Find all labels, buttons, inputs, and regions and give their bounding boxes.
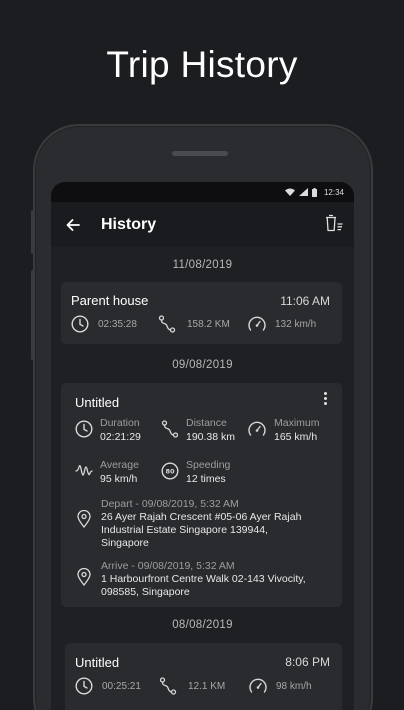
trip-card[interactable]: Parent house 11:06 AM 02:35:28 158.2 KM … xyxy=(61,282,342,344)
distance-stat: 12.1 KM xyxy=(159,677,225,695)
depart-address-line: Singapore xyxy=(101,537,149,549)
duration-stat: 02:35:28 xyxy=(71,315,137,333)
phone-speaker xyxy=(172,151,228,156)
status-bar: 12:34 xyxy=(51,182,354,202)
clear-history-button[interactable] xyxy=(324,214,344,232)
wave-icon xyxy=(75,465,93,476)
phone-side-button xyxy=(31,270,34,360)
maximum-value: 165 km/h xyxy=(274,431,318,443)
trip-card[interactable]: Untitled 8:06 PM 00:25:21 12.1 KM 98 km/… xyxy=(65,643,342,710)
promo-title: Trip History xyxy=(106,44,298,85)
arrow-left-icon xyxy=(66,218,80,231)
maximum-speed-stat: Maximum 165 km/h xyxy=(247,416,320,444)
speed-value: 132 km/h xyxy=(275,318,317,330)
kebab-dot xyxy=(323,392,327,395)
depart-address-line: Industrial Estate Singapore 139944, xyxy=(101,524,268,536)
wifi-icon xyxy=(284,188,295,196)
depart-location: Depart - 09/08/2019, 5:32 AM 26 Ayer Raj… xyxy=(77,498,301,550)
trip-time: 8:06 PM xyxy=(285,655,330,669)
distance-value: 190.38 km xyxy=(186,431,236,443)
trip-name: Parent house xyxy=(71,293,149,308)
speeding-label: Speeding xyxy=(186,459,231,471)
speeding-value: 12 times xyxy=(186,473,226,485)
arrive-label: Arrive - 09/08/2019, 5:32 AM xyxy=(101,560,235,572)
trash-list-icon xyxy=(326,214,343,232)
duration-label: Duration xyxy=(100,417,140,429)
date-header: 09/08/2019 xyxy=(172,359,233,371)
speedometer-icon xyxy=(248,316,266,331)
arrive-location: Arrive - 09/08/2019, 5:32 AM 1 Harbourfr… xyxy=(77,560,306,599)
average-speed-stat: Average 95 km/h xyxy=(75,458,139,486)
date-header: 08/08/2019 xyxy=(172,619,233,631)
route-icon xyxy=(159,677,177,695)
phone-side-button xyxy=(31,210,34,254)
depart-address-line: 26 Ayer Rajah Crescent #05-06 Ayer Rajah xyxy=(101,511,302,523)
speed-value: 98 km/h xyxy=(276,680,312,692)
speed-stat: 98 km/h xyxy=(248,677,312,695)
distance-stat: Distance 190.38 km xyxy=(161,416,235,444)
svg-text:80: 80 xyxy=(165,468,175,476)
speedometer-icon xyxy=(248,421,266,436)
clock-icon xyxy=(75,420,93,438)
status-time: 12:34 xyxy=(323,187,344,197)
route-icon xyxy=(161,420,179,438)
trip-name: Untitled xyxy=(75,395,120,410)
app-bar: History xyxy=(51,202,354,247)
maximum-label: Maximum xyxy=(274,417,320,429)
duration-value: 02:35:28 xyxy=(98,318,137,330)
trip-time: 11:06 AM xyxy=(280,294,330,308)
more-options-button[interactable] xyxy=(322,390,328,407)
speed-limit-icon: 80 xyxy=(161,462,179,480)
trip-card-expanded[interactable]: Untitled Duration 02:21:29 Distance 190.… xyxy=(61,383,342,607)
history-list: 11/08/2019 Parent house 11:06 AM 02:35:2… xyxy=(51,247,354,710)
average-label: Average xyxy=(100,459,139,471)
signal-icon xyxy=(298,188,308,196)
duration-value: 00:25:21 xyxy=(102,680,141,692)
kebab-dot xyxy=(323,402,327,405)
average-value: 95 km/h xyxy=(100,473,138,485)
speed-stat: 132 km/h xyxy=(247,315,316,333)
location-pin-icon xyxy=(77,510,91,528)
distance-value: 158.2 KM xyxy=(187,318,230,330)
clock-icon xyxy=(75,677,93,695)
page-title: History xyxy=(101,215,157,233)
arrive-address-line: 1 Harbourfront Centre Walk 02-143 Vivoci… xyxy=(101,573,306,585)
back-button[interactable] xyxy=(63,215,83,235)
distance-value: 12.1 KM xyxy=(188,680,226,692)
arrive-address-line: 098585, Singapore xyxy=(101,586,190,598)
kebab-dot xyxy=(323,397,327,400)
duration-value: 02:21:29 xyxy=(100,431,141,443)
trip-name: Untitled xyxy=(75,655,120,670)
date-header: 11/08/2019 xyxy=(172,259,233,271)
phone-screen: 12:34 History 11/08/2019 Parent house 11… xyxy=(51,182,354,710)
distance-label: Distance xyxy=(186,417,227,429)
clock-icon xyxy=(71,315,89,333)
duration-stat: Duration 02:21:29 xyxy=(75,416,141,444)
location-pin-icon xyxy=(77,568,91,586)
battery-icon xyxy=(311,187,317,197)
depart-label: Depart - 09/08/2019, 5:32 AM xyxy=(101,498,239,510)
speeding-stat: 80 Speeding 12 times xyxy=(161,458,230,486)
duration-stat: 00:25:21 xyxy=(75,677,141,695)
distance-stat: 158.2 KM xyxy=(158,315,230,333)
speedometer-icon xyxy=(249,678,267,693)
route-icon xyxy=(158,315,176,333)
